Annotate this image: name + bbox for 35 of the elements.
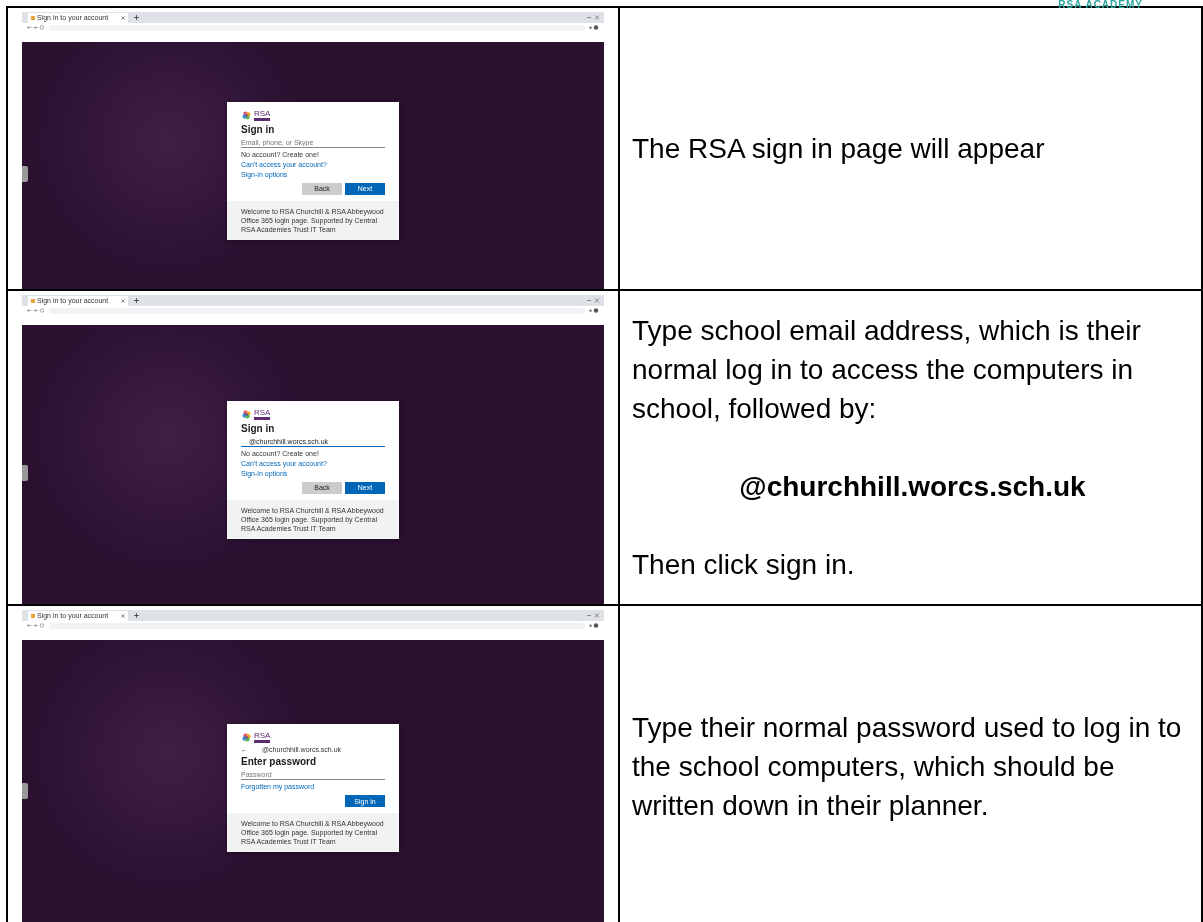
instruction-text: The RSA sign in page will appear — [632, 132, 1046, 166]
plus-icon[interactable] — [134, 298, 139, 303]
logo-text: RSA — [254, 408, 271, 420]
window-controls-icon[interactable] — [586, 613, 600, 618]
flower-logo-icon — [241, 110, 252, 120]
side-handle[interactable] — [22, 165, 28, 182]
instruction-text: Then click sign in. — [632, 548, 856, 582]
favicon-icon — [31, 299, 35, 303]
card-title: Sign in — [241, 123, 276, 135]
favicon-icon — [31, 614, 35, 618]
nav-arrows-icon[interactable] — [27, 308, 45, 313]
flower-logo-icon — [241, 733, 252, 742]
nav-arrows-icon[interactable] — [27, 623, 45, 628]
nav-arrows-icon[interactable] — [27, 25, 45, 30]
side-handle[interactable] — [22, 783, 28, 799]
card-title: Sign in — [241, 422, 276, 434]
card-title: Enter password — [241, 756, 318, 767]
logo-text: RSA — [254, 109, 271, 121]
close-icon[interactable] — [121, 299, 125, 303]
plus-icon[interactable] — [134, 15, 139, 20]
window-controls-icon[interactable] — [586, 298, 600, 303]
plus-icon[interactable] — [134, 613, 139, 618]
logo-text: RSA — [254, 732, 271, 743]
favicon-icon — [31, 16, 35, 20]
profile-icon[interactable] — [589, 308, 599, 313]
profile-icon[interactable] — [589, 623, 599, 628]
instruction-text: Type their normal password used to log in to the school computers, which should be written down in their planner. — [632, 710, 1183, 823]
window-controls-icon[interactable] — [586, 15, 600, 20]
profile-icon[interactable] — [589, 25, 599, 30]
email-domain: @churchhill.worcs.sch.uk — [738, 470, 1087, 504]
close-icon[interactable] — [121, 614, 125, 618]
close-icon[interactable] — [121, 16, 125, 20]
side-handle[interactable] — [22, 464, 28, 481]
instruction-text: Type school email address, which is their normal log in to access the computers in school, followed by: — [632, 314, 1142, 426]
flower-logo-icon — [241, 409, 252, 419]
